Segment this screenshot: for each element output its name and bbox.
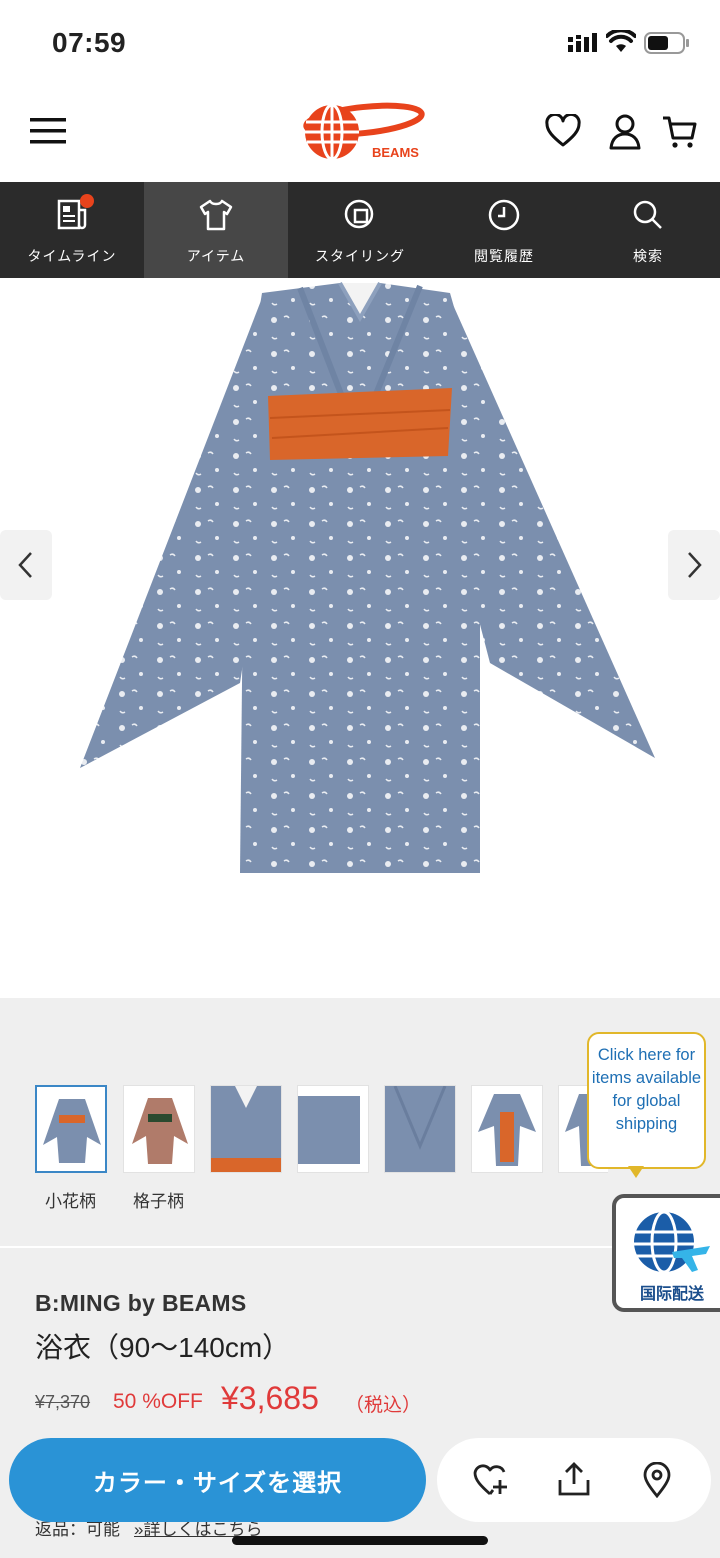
favorites-heart-icon[interactable] xyxy=(545,114,581,148)
tab-styling-label: スタイリング xyxy=(315,248,405,264)
action-bar xyxy=(437,1438,711,1522)
globe-airplane-icon xyxy=(634,1210,710,1274)
tab-search[interactable]: 検索 xyxy=(576,182,720,278)
global-shipping-label: 国际配送 xyxy=(639,1286,704,1303)
status-bar: 07:59 xyxy=(0,0,720,88)
select-color-size-button[interactable]: カラー・サイズを選択 xyxy=(9,1438,426,1522)
product-title: 浴衣（90〜140cm） xyxy=(35,1332,291,1363)
tab-timeline[interactable]: タイムライン xyxy=(0,182,144,278)
wifi-icon xyxy=(606,30,636,52)
global-shipping-tooltip[interactable]: Click here for items available for globa… xyxy=(587,1032,706,1169)
share-icon[interactable] xyxy=(557,1462,591,1498)
battery-icon xyxy=(644,32,689,54)
brand-name[interactable]: B:MING by BEAMS xyxy=(35,1290,247,1317)
beams-logo[interactable]: BEAMS xyxy=(294,100,426,162)
category-nav: タイムライン アイテム スタイリング 閲覧履歴 検索 xyxy=(0,182,720,278)
next-image-button[interactable] xyxy=(668,530,720,600)
prev-image-button[interactable] xyxy=(0,530,52,600)
cart-icon[interactable] xyxy=(662,114,698,150)
global-shipping-button[interactable]: 国际配送 xyxy=(612,1194,720,1312)
color-label-check: 格子柄 xyxy=(133,1192,184,1211)
color-label-small-flower: 小花柄 xyxy=(45,1192,96,1211)
logo-text: BEAMS xyxy=(372,145,419,160)
tab-history[interactable]: 閲覧履歴 xyxy=(432,182,576,278)
discount-badge: 50 %OFF xyxy=(113,1390,203,1413)
styling-icon xyxy=(344,199,374,229)
tab-history-label: 閲覧履歴 xyxy=(474,248,534,264)
tab-timeline-label: タイムライン xyxy=(27,248,117,264)
thumbnail-item[interactable] xyxy=(35,1085,107,1173)
product-image[interactable] xyxy=(0,278,720,998)
thumbnail-item[interactable] xyxy=(297,1085,369,1173)
tshirt-icon xyxy=(199,199,233,231)
cellular-signal-icon xyxy=(568,33,597,52)
add-favorite-heart-icon[interactable] xyxy=(473,1462,509,1498)
tab-items-label: アイテム xyxy=(186,248,246,264)
tab-search-label: 検索 xyxy=(633,248,663,264)
notification-badge xyxy=(80,194,94,208)
search-icon xyxy=(633,200,662,229)
thumbnail-item[interactable] xyxy=(210,1085,282,1173)
yukata-image xyxy=(80,282,655,873)
chevron-left-icon xyxy=(18,552,32,578)
status-time: 07:59 xyxy=(52,27,127,58)
tax-note: （税込） xyxy=(345,1395,422,1416)
tab-styling[interactable]: スタイリング xyxy=(288,182,432,278)
clock-icon xyxy=(488,199,520,231)
original-price: ¥7,370 xyxy=(35,1392,91,1412)
chevron-right-icon xyxy=(688,552,702,578)
thumbnail-item[interactable] xyxy=(471,1085,543,1173)
thumbnail-item[interactable] xyxy=(384,1085,456,1173)
sale-price: ¥3,685 xyxy=(221,1380,319,1416)
hamburger-menu-icon[interactable] xyxy=(30,116,68,146)
return-label: 返品：可能 xyxy=(35,1520,120,1539)
tooltip-tail xyxy=(628,1166,644,1178)
tab-items[interactable]: アイテム xyxy=(144,182,288,278)
store-location-pin-icon[interactable] xyxy=(642,1462,672,1498)
app-header: BEAMS xyxy=(0,88,720,182)
account-user-icon[interactable] xyxy=(608,114,642,150)
thumbnail-item[interactable] xyxy=(123,1085,195,1173)
home-indicator xyxy=(232,1536,488,1545)
